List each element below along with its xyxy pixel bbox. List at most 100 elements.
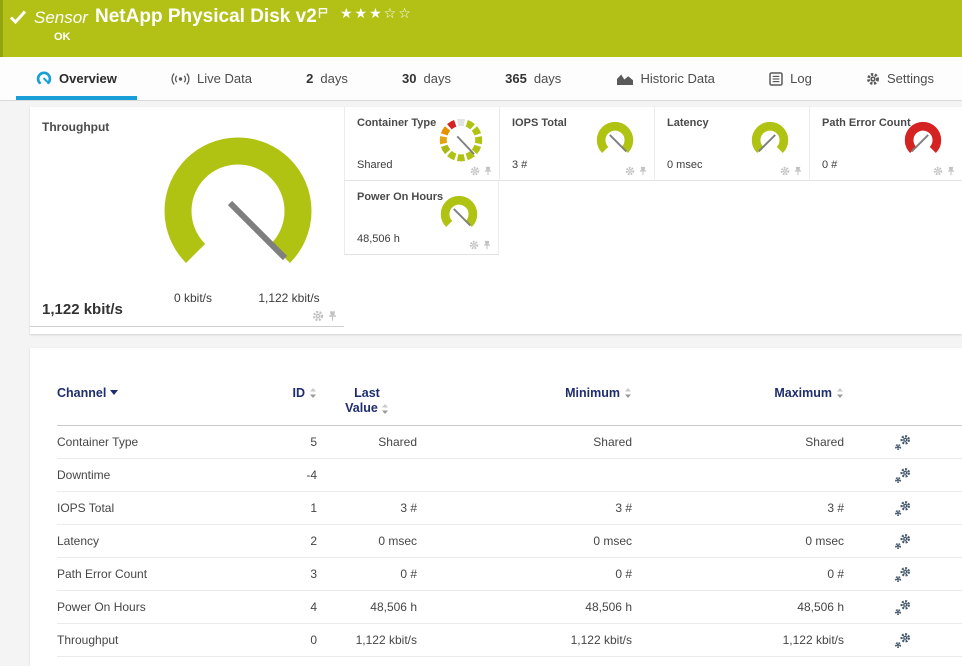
sensor-header: Sensor NetApp Physical Disk v2 ★★★☆☆ OK (0, 0, 962, 57)
edit-channel-icon[interactable] (894, 566, 912, 583)
tab-2-days[interactable]: 2 days (300, 57, 354, 100)
gauge-scale-max: 1,122 kbit/s (258, 291, 320, 305)
pin-icon[interactable] (947, 166, 955, 176)
maximum-cell: Shared (805, 435, 844, 449)
table-row[interactable]: Path Error Count 3 0 # 0 # 0 # (57, 558, 962, 591)
column-header-last-value[interactable]: Last Value (317, 386, 417, 425)
page-title: NetApp Physical Disk v2 (95, 6, 317, 27)
tile-actions (625, 166, 647, 176)
tab-historic-data[interactable]: Historic Data (610, 57, 721, 100)
status-check-icon (9, 9, 27, 30)
sort-icon (625, 388, 631, 398)
tab-settings[interactable]: Settings (860, 57, 940, 100)
gauge-tile-latency[interactable]: Latency 0 msec (654, 107, 809, 181)
edit-channel-icon[interactable] (894, 533, 912, 550)
pin-icon[interactable] (484, 166, 492, 176)
stars-empty: ☆☆ (383, 6, 413, 22)
id-cell: 0 (310, 633, 317, 647)
channel-name-cell: IOPS Total (57, 501, 115, 515)
table-row[interactable]: Power On Hours 4 48,506 h 48,506 h 48,50… (57, 591, 962, 624)
tab-live-data[interactable]: Live Data (165, 57, 258, 100)
priority-stars[interactable]: ★★★☆☆ (340, 6, 413, 22)
id-cell: 5 (310, 435, 317, 449)
latency-gauge (751, 121, 789, 153)
gauge-tile-iops-total[interactable]: IOPS Total 3 # (499, 107, 654, 181)
gear-icon[interactable] (780, 166, 790, 176)
historic-chart-icon (616, 74, 633, 85)
channel-name-cell: Throughput (57, 633, 119, 647)
last-value-cell: 3 # (400, 501, 417, 515)
maximum-cell: 3 # (827, 501, 844, 515)
column-header-last-label: Last (354, 386, 380, 400)
container-type-gauge (439, 118, 483, 162)
iops-gauge (596, 121, 634, 153)
column-header-id[interactable]: ID (282, 386, 317, 425)
tab-live-data-label: Live Data (197, 71, 252, 86)
last-value-cell: 0 msec (378, 534, 417, 548)
live-data-icon (171, 72, 190, 85)
pin-icon[interactable] (639, 166, 647, 176)
pin-icon[interactable] (483, 240, 491, 250)
stars-filled: ★★★ (340, 6, 384, 22)
minimum-cell: 48,506 h (585, 600, 632, 614)
last-value-cell: 0 # (400, 567, 417, 581)
gauge-tile-path-error-count[interactable]: Path Error Count 0 # (809, 107, 962, 181)
tab-historic-data-label: Historic Data (640, 71, 715, 86)
edit-channel-icon[interactable] (894, 434, 912, 451)
gauge-tile-throughput[interactable]: Throughput 0 kbit/s 1,122 kbit/s 1,122 k… (30, 107, 344, 327)
column-header-maximum[interactable]: Maximum (632, 386, 844, 425)
table-row[interactable]: Latency 2 0 msec 0 msec 0 msec (57, 525, 962, 558)
gauge-tile-container-type[interactable]: Container Type Shared (344, 107, 499, 181)
gear-icon[interactable] (469, 240, 479, 250)
edit-channel-icon[interactable] (894, 500, 912, 517)
column-header-value-label: Value (345, 401, 378, 415)
gear-icon[interactable] (625, 166, 635, 176)
gauge-icon (36, 71, 52, 85)
maximum-cell: 0 msec (805, 534, 844, 548)
id-cell: 2 (310, 534, 317, 548)
column-header-minimum-label: Minimum (565, 386, 620, 400)
status-badge: OK (54, 31, 71, 43)
tile-actions (312, 310, 337, 322)
gear-icon[interactable] (470, 166, 480, 176)
tile-actions (470, 166, 492, 176)
table-row[interactable]: IOPS Total 1 3 # 3 # 3 # (57, 492, 962, 525)
tab-log[interactable]: Log (763, 57, 818, 100)
gauge-needle (758, 134, 776, 153)
channel-name-cell: Power On Hours (57, 600, 146, 614)
gear-icon[interactable] (312, 310, 324, 322)
channel-name-cell: Downtime (57, 468, 111, 482)
tab-365-days-label: days (533, 71, 562, 86)
table-row[interactable]: Downtime -4 (57, 459, 962, 492)
gauge-value: Shared (357, 159, 393, 171)
maximum-cell: 0 # (827, 567, 844, 581)
tab-365-days-num: 365 (505, 71, 527, 86)
tab-30-days[interactable]: 30 days (396, 57, 457, 100)
gauge-needle (453, 208, 471, 227)
table-row[interactable]: Throughput 0 1,122 kbit/s 1,122 kbit/s 1… (57, 624, 962, 657)
flag-icon[interactable] (318, 6, 328, 24)
last-value-cell: Shared (378, 435, 417, 449)
header-edge (0, 0, 3, 57)
edit-channel-icon[interactable] (894, 467, 912, 484)
column-header-minimum[interactable]: Minimum (417, 386, 632, 425)
last-value-cell: 1,122 kbit/s (355, 633, 417, 647)
edit-channel-icon[interactable] (894, 599, 912, 616)
maximum-cell: 1,122 kbit/s (782, 633, 844, 647)
tab-365-days[interactable]: 365 days (499, 57, 567, 100)
edit-channel-icon[interactable] (894, 632, 912, 649)
gauge-tile-power-on-hours[interactable]: Power On Hours 48,506 h (344, 181, 499, 255)
column-header-channel[interactable]: Channel (57, 386, 282, 425)
table-row[interactable]: Container Type 5 Shared Shared Shared (57, 426, 962, 459)
tab-2-days-label: days (320, 71, 348, 86)
log-icon (769, 71, 783, 86)
sort-icon (381, 403, 388, 414)
sort-icon (310, 388, 316, 398)
gear-icon[interactable] (933, 166, 943, 176)
pin-icon[interactable] (794, 166, 802, 176)
gauge-title: Throughput (42, 120, 110, 134)
power-on-hours-gauge (440, 195, 478, 227)
tab-overview[interactable]: Overview (16, 57, 137, 100)
pin-icon[interactable] (328, 310, 337, 322)
gauge-title: Container Type (357, 117, 437, 129)
